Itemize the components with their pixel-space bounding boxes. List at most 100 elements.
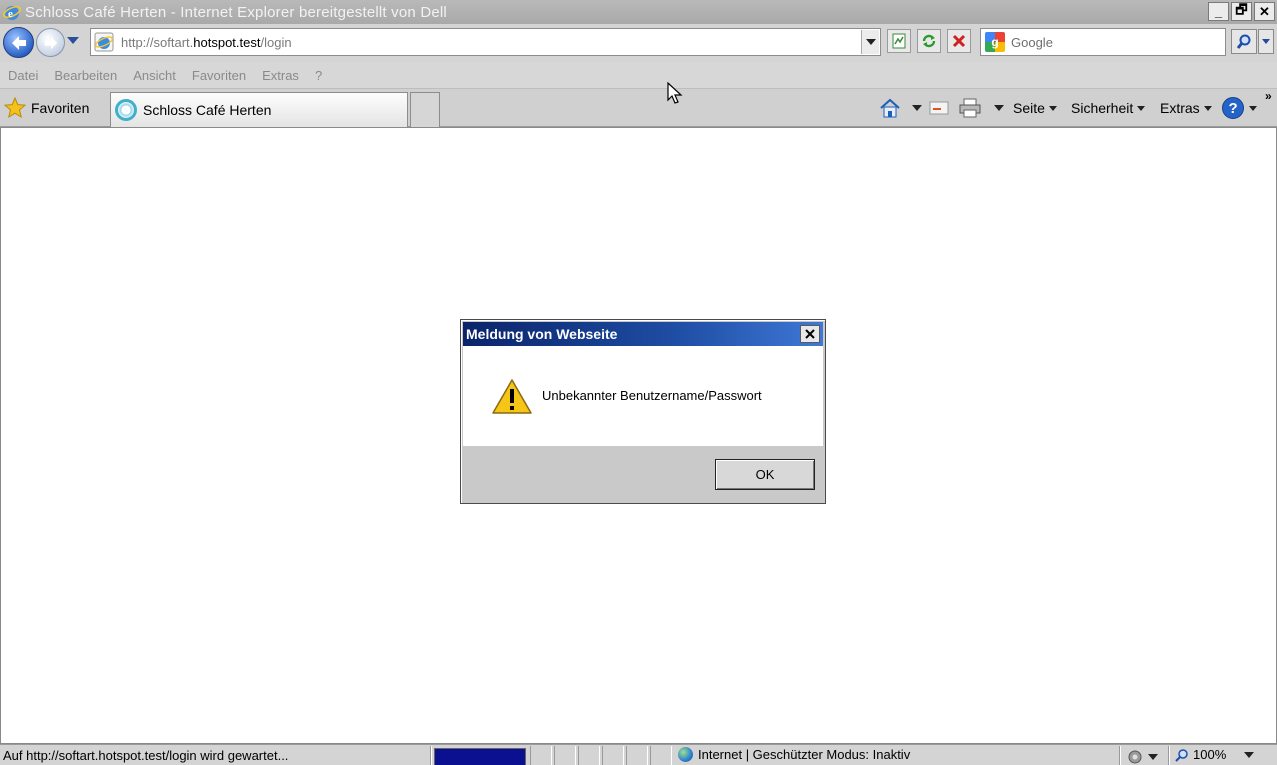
chevron-down-icon	[1262, 39, 1270, 44]
forward-arrow-icon	[44, 36, 58, 50]
compatibility-view-button[interactable]	[887, 29, 911, 53]
sicherheit-menu[interactable]: Sicherheit	[1071, 97, 1146, 119]
status-segment	[554, 746, 576, 765]
extras-label: Extras	[1160, 100, 1200, 116]
svg-text:e: e	[8, 8, 13, 20]
printer-icon	[959, 98, 981, 118]
progress-bar	[434, 748, 526, 765]
feeds-icon	[929, 101, 949, 115]
status-bar: Auf http://softart.hotspot.test/login wi…	[0, 744, 1277, 765]
browser-tab[interactable]: Schloss Café Herten	[110, 92, 408, 127]
search-input[interactable]: Google	[1011, 35, 1053, 50]
chevron-down-icon	[865, 39, 876, 45]
refresh-button[interactable]	[917, 29, 941, 53]
seite-menu[interactable]: Seite	[1013, 97, 1057, 119]
zoom-icon	[1175, 748, 1188, 762]
ok-button[interactable]: OK	[715, 459, 815, 490]
history-dropdown-icon[interactable]	[67, 37, 79, 44]
forward-button[interactable]	[36, 28, 65, 57]
dialog-body: Unbekannter Benutzername/Passwort	[463, 346, 823, 446]
magnifier-icon	[1236, 34, 1251, 49]
favorites-label: Favoriten	[31, 100, 90, 116]
globe-icon	[678, 747, 693, 762]
menu-bearbeiten[interactable]: Bearbeiten	[54, 68, 117, 83]
stop-icon	[952, 34, 966, 48]
refresh-icon	[922, 34, 936, 48]
extras-menu[interactable]: Extras	[1160, 97, 1212, 119]
close-icon	[805, 329, 815, 339]
chevron-down-icon	[1203, 105, 1212, 111]
chevron-down-icon[interactable]	[1244, 751, 1255, 758]
search-button[interactable]	[1231, 29, 1257, 54]
chevron-down-icon[interactable]	[994, 105, 1004, 111]
menu-extras[interactable]: Extras	[262, 68, 299, 83]
home-button[interactable]	[879, 97, 922, 119]
print-button[interactable]	[958, 97, 1004, 119]
url-suffix: /login	[260, 34, 292, 50]
status-segment	[578, 746, 600, 765]
dialog-title: Meldung von Webseite	[466, 326, 618, 342]
security-zone[interactable]: Internet | Geschützter Modus: Inaktiv	[678, 747, 910, 762]
alert-dialog: Meldung von Webseite Unbekannter Benutze…	[460, 319, 826, 504]
window-title: Schloss Café Herten - Internet Explorer …	[25, 3, 447, 21]
menu-ansicht[interactable]: Ansicht	[133, 68, 176, 83]
status-segment	[530, 746, 552, 765]
zoom-level: 100%	[1193, 747, 1227, 762]
favorites-button[interactable]: Favoriten	[4, 96, 89, 120]
menu-datei[interactable]: Datei	[8, 68, 38, 83]
search-options-button[interactable]	[1258, 29, 1274, 54]
status-segment	[602, 746, 624, 765]
warning-icon	[492, 379, 532, 414]
tab-label: Schloss Café Herten	[143, 102, 272, 118]
home-icon	[880, 98, 900, 118]
internet-explorer-icon: e	[3, 5, 21, 20]
star-icon	[4, 97, 26, 119]
seite-label: Seite	[1013, 100, 1045, 116]
status-segment	[626, 746, 648, 765]
close-window-button[interactable]: ✕	[1254, 2, 1275, 21]
google-icon: g	[985, 32, 1005, 52]
sicherheit-label: Sicherheit	[1071, 100, 1134, 116]
chevron-down-icon[interactable]	[912, 105, 922, 111]
back-arrow-icon	[12, 36, 26, 50]
favorites-bar: Favoriten Schloss Café Herten Seite Sich…	[0, 89, 1277, 127]
status-separator	[430, 746, 432, 765]
status-segment	[650, 746, 672, 765]
chevron-down-icon	[1148, 754, 1158, 760]
restore-button[interactable]: 🗗	[1231, 2, 1252, 21]
navigation-bar: http://softart.hotspot.test/login g Goog…	[0, 24, 1277, 62]
stop-button[interactable]	[947, 29, 971, 53]
page-icon	[94, 32, 114, 52]
svg-text:?: ?	[1229, 100, 1238, 117]
menu-favoriten[interactable]: Favoriten	[192, 68, 246, 83]
address-url[interactable]: http://softart.hotspot.test/login	[121, 35, 292, 50]
menu-help[interactable]: ?	[315, 68, 322, 83]
chevron-down-icon	[1249, 105, 1257, 111]
help-button[interactable]: ?	[1221, 97, 1257, 119]
dialog-close-button[interactable]	[800, 325, 820, 343]
help-icon: ?	[1222, 97, 1244, 119]
address-dropdown-button[interactable]	[861, 30, 879, 54]
search-box[interactable]: g Google	[980, 28, 1226, 56]
minimize-button[interactable]: _	[1208, 2, 1229, 21]
address-bar[interactable]: http://softart.hotspot.test/login	[90, 28, 881, 56]
url-prefix: http://softart.	[121, 34, 194, 50]
status-separator	[1119, 746, 1121, 765]
protected-mode-button[interactable]	[1126, 746, 1158, 765]
chevron-down-icon	[1137, 105, 1146, 111]
url-domain: hotspot.test	[193, 34, 261, 50]
feeds-button[interactable]	[929, 97, 949, 119]
zoom-control[interactable]: 100%	[1175, 747, 1255, 762]
title-bar: e Schloss Café Herten - Internet Explore…	[0, 0, 1277, 24]
dialog-message: Unbekannter Benutzername/Passwort	[542, 388, 762, 403]
zone-text: Internet | Geschützter Modus: Inaktiv	[698, 747, 911, 762]
status-separator	[1168, 746, 1170, 765]
more-commands-icon[interactable]: »	[1265, 89, 1272, 103]
status-text: Auf http://softart.hotspot.test/login wi…	[3, 748, 289, 763]
gear-icon	[1128, 750, 1142, 764]
chevron-down-icon	[1048, 105, 1057, 111]
new-tab-button[interactable]	[410, 92, 440, 127]
loading-icon	[115, 99, 137, 121]
back-button[interactable]	[3, 27, 34, 58]
menu-bar: Datei Bearbeiten Ansicht Favoriten Extra…	[0, 62, 1277, 89]
